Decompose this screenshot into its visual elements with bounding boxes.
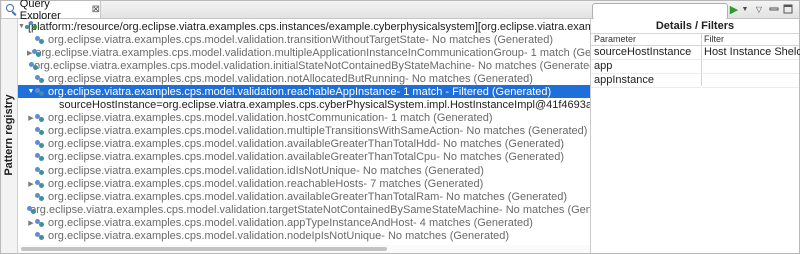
tree-item-pattern[interactable]: ▶ org.eclipse.viatra.examples.cps.model.v… <box>18 46 590 59</box>
match-status: - 1 match (Generated) <box>384 112 493 125</box>
pattern-icon <box>35 35 45 45</box>
tree-item-pattern[interactable]: org.eclipse.viatra.examples.cps.model.va… <box>18 230 590 243</box>
chevron-down-icon[interactable]: ▼ <box>739 3 751 15</box>
close-icon[interactable]: ⊠ <box>92 4 100 15</box>
chevron-right-icon[interactable]: ▶ <box>27 219 35 227</box>
view-tab-bar: Query Explorer ⊠ ▶ ▼ ▽ <box>1 0 799 22</box>
pattern-name: org.eclipse.viatra.examples.cps.model.va… <box>48 177 364 190</box>
parameter-name: sourceHostInstance <box>594 46 692 58</box>
view-menu-icon[interactable]: ▽ <box>753 3 765 15</box>
parameter-row[interactable]: sourceHostInstance Host Instance Shelob <box>591 46 800 60</box>
match-status: - No matches (Generated) <box>356 164 484 177</box>
pattern-name: org.eclipse.viatra.examples.cps.model.va… <box>48 230 382 242</box>
pattern-name: org.eclipse.viatra.examples.cps.model.va… <box>48 164 357 177</box>
tree-item-pattern[interactable]: org.eclipse.viatra.examples.cps.model.va… <box>18 125 590 138</box>
tree-item-pattern[interactable]: ▼ org.eclipse.viatra.examples.cps.model.v… <box>18 85 590 99</box>
query-tree[interactable]: ▼ [platform:/resource/org.eclipse.viatra… <box>18 19 590 245</box>
match-status: - 1 match (Generated) <box>523 46 590 59</box>
pattern-icon <box>35 87 45 97</box>
tree-item-pattern[interactable]: ▶ org.eclipse.viatra.examples.cps.model.v… <box>18 112 590 125</box>
tree-item-pattern[interactable]: org.eclipse.viatra.examples.cps.model.va… <box>18 33 590 46</box>
match-row[interactable]: sourceHostInstance=org.eclipse.viatra.ex… <box>18 99 590 112</box>
tree-item-pattern[interactable]: org.eclipse.viatra.examples.cps.model.va… <box>18 59 590 72</box>
pattern-name: org.eclipse.viatra.examples.cps.model.va… <box>48 72 406 85</box>
pattern-icon <box>35 74 45 84</box>
parameter-name: app <box>594 60 613 72</box>
match-status: - 4 matches (Generated) <box>413 216 533 229</box>
horizontal-scrollbar[interactable] <box>18 245 590 253</box>
pattern-icon <box>35 152 45 162</box>
tree-item-pattern[interactable]: org.eclipse.viatra.examples.cps.model.va… <box>18 72 590 85</box>
pattern-icon <box>35 139 45 149</box>
pattern-name: org.eclipse.viatra.examples.cps.model.va… <box>48 112 385 125</box>
pattern-icon <box>35 231 45 241</box>
column-header-parameter[interactable]: Parameter <box>594 34 636 45</box>
pattern-icon <box>35 166 45 176</box>
tree-item-pattern[interactable]: ▶ org.eclipse.viatra.examples.cps.model.v… <box>18 216 590 229</box>
pattern-name: org.eclipse.viatra.examples.cps.model.va… <box>48 190 440 203</box>
root-label: [platform:/resource/org.eclipse.viatra.e… <box>27 20 590 33</box>
pattern-registry-label: Pattern registry <box>3 94 15 176</box>
match-label: sourceHostInstance=org.eclipse.viatra.ex… <box>59 99 590 111</box>
chevron-right-icon[interactable]: ▶ <box>27 114 35 122</box>
match-status: - No matches (Generated) <box>471 59 590 72</box>
match-status: - No matches (Generated) <box>425 33 554 46</box>
tree-item-pattern[interactable]: org.eclipse.viatra.examples.cps.model.va… <box>18 138 590 151</box>
match-status: - No matches (Generated) <box>439 190 568 203</box>
match-status: - 1 match - Filtered (Generated) <box>396 85 552 98</box>
pattern-icon <box>35 113 45 123</box>
filter-input[interactable] <box>592 3 728 20</box>
tree-root-row[interactable]: ▼ [platform:/resource/org.eclipse.viatra… <box>18 20 590 33</box>
chevron-right-icon[interactable]: ▶ <box>27 180 35 188</box>
tree-item-pattern[interactable]: org.eclipse.viatra.examples.cps.model.va… <box>18 164 590 177</box>
pattern-name: org.eclipse.viatra.examples.cps.model.va… <box>48 216 414 229</box>
search-icon <box>6 4 17 16</box>
scrollbar-thumb[interactable] <box>21 247 387 251</box>
tree-item-pattern[interactable]: org.eclipse.viatra.examples.cps.model.va… <box>18 151 590 164</box>
pattern-name: org.eclipse.viatra.examples.cps.model.va… <box>48 85 397 98</box>
match-status: - 7 matches (Generated) <box>363 177 484 190</box>
tree-item-pattern[interactable]: ▶ org.eclipse.viatra.examples.cps.model.v… <box>18 177 590 190</box>
pattern-icon <box>35 218 45 228</box>
parameter-name: appInstance <box>594 74 654 86</box>
pattern-name: org.eclipse.viatra.examples.cps.model.va… <box>48 33 426 46</box>
pattern-icon <box>35 179 45 189</box>
pattern-registry-sidebar[interactable]: Pattern registry <box>1 19 18 253</box>
details-filters-panel: Details / Filters Parameter Filter sourc… <box>591 19 800 253</box>
details-title: Details / Filters <box>591 19 799 34</box>
pattern-icon <box>28 61 38 71</box>
pattern-name: org.eclipse.viatra.examples.cps.model.va… <box>35 46 524 59</box>
chevron-down-icon[interactable]: ▼ <box>27 88 35 95</box>
tree-item-pattern[interactable]: org.eclipse.viatra.examples.cps.model.va… <box>18 190 590 203</box>
tab-query-explorer[interactable]: Query Explorer ⊠ <box>2 0 101 22</box>
match-status: - No matches (Generated) <box>381 230 510 242</box>
match-status: - No matches (Generated) <box>436 138 565 151</box>
minimize-icon[interactable] <box>768 3 780 15</box>
maximize-icon[interactable] <box>782 3 794 15</box>
match-status: - No matches (Generated) <box>436 151 565 164</box>
pattern-name: org.eclipse.viatra.examples.cps.model.va… <box>30 203 499 216</box>
pattern-name: org.eclipse.viatra.examples.cps.model.va… <box>48 151 437 164</box>
match-status: - No matches (Generated) <box>459 125 588 138</box>
match-status: - No matches (Generated) <box>405 72 533 85</box>
pattern-icon <box>35 126 45 136</box>
pattern-name: org.eclipse.viatra.examples.cps.model.va… <box>48 138 437 151</box>
match-status: - No matches (Generated) <box>498 203 590 216</box>
pattern-name: org.eclipse.viatra.examples.cps.model.va… <box>34 59 472 72</box>
column-header-filter[interactable]: Filter <box>704 34 724 45</box>
tree-item-pattern[interactable]: org.eclipse.viatra.examples.cps.model.va… <box>18 203 590 216</box>
parameter-row[interactable]: appInstance <box>591 74 799 88</box>
parameter-filter[interactable]: Host Instance Shelob <box>704 46 800 59</box>
chevron-down-icon[interactable]: ▼ <box>18 23 25 30</box>
pattern-icon <box>35 192 45 202</box>
parameter-row[interactable]: app <box>591 60 799 74</box>
query-explorer-view: Query Explorer ⊠ ▶ ▼ ▽ Pattern registry … <box>0 0 800 254</box>
pattern-name: org.eclipse.viatra.examples.cps.model.va… <box>48 125 460 138</box>
